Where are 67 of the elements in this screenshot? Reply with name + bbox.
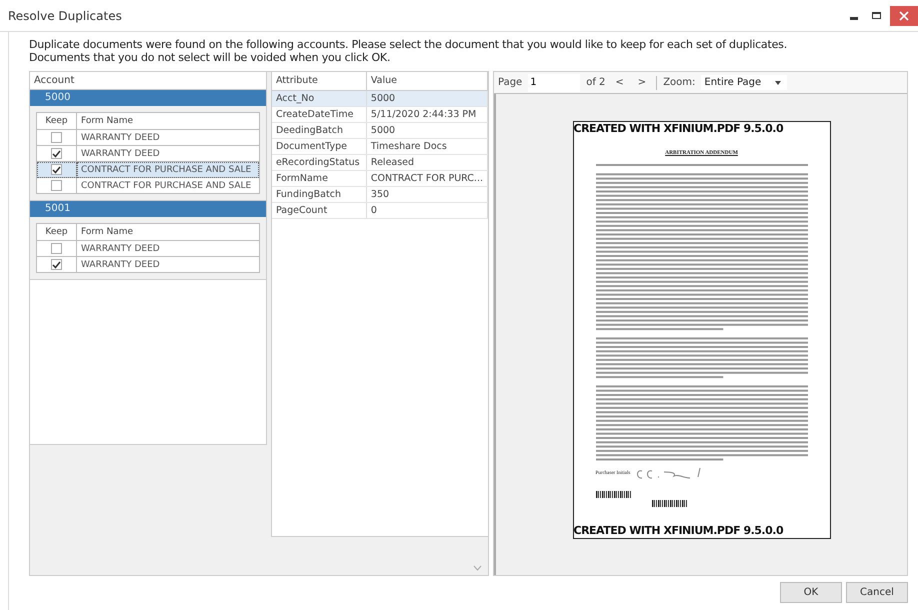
table-cell: WARRANTY DEED (76, 256, 260, 272)
table-row[interactable]: CreateDateTime 5/11/2020 2:44:33 PM (272, 106, 488, 122)
table-row[interactable]: Acct_No 5000 (272, 90, 488, 106)
checkbox[interactable] (51, 180, 62, 191)
table-cell: PageCount (272, 202, 366, 218)
table-cell: CONTRACT FOR PURCHASE AND SALE (76, 178, 260, 194)
table-row[interactable]: CONTRACT FOR PURCHASE AND SALE (36, 162, 260, 178)
table-cell: 5000 (366, 122, 488, 138)
table-row[interactable]: eRecordingStatus Released (272, 154, 488, 170)
table-cell: eRecordingStatus (272, 154, 366, 170)
watermark-text: CREATED WITH XFINIUM.PDF 9.5.0.0 (574, 524, 784, 538)
table-cell: FundingBatch (272, 186, 366, 202)
column-header: Keep (36, 112, 76, 130)
table-cell: 5/11/2020 2:44:33 PM (366, 106, 488, 122)
zoom-dropdown[interactable]: Entire Page (701, 75, 788, 90)
table-row[interactable]: FormName CONTRACT FOR PURC... (272, 170, 488, 186)
ok-button[interactable]: OK (780, 582, 842, 602)
table-cell: 0 (366, 202, 488, 218)
barcode-icon (596, 490, 632, 498)
table-row[interactable]: DocumentType Timeshare Docs (272, 138, 488, 154)
checkbox[interactable] (51, 243, 62, 254)
table-cell: CONTRACT FOR PURCHASE AND SALE (76, 162, 260, 178)
table-cell: 5000 (366, 90, 488, 106)
page-count-label: of 2 (586, 77, 606, 88)
column-header: Attribute (272, 72, 366, 90)
chevron-down-icon[interactable] (473, 565, 482, 571)
column-header: Value (366, 72, 488, 90)
table-row[interactable]: WARRANTY DEED (36, 130, 260, 146)
table-row[interactable]: PageCount 0 (272, 202, 488, 218)
table-row[interactable]: FundingBatch 350 (272, 186, 488, 202)
table-cell: 350 (366, 186, 488, 202)
table-row[interactable]: DeedingBatch 5000 (272, 122, 488, 138)
table-cell: DocumentType (272, 138, 366, 154)
table-cell: CreateDateTime (272, 106, 366, 122)
column-header: Form Name (76, 224, 260, 240)
table-cell: Timeshare Docs (366, 138, 488, 154)
table-cell: CONTRACT FOR PURC... (366, 170, 488, 186)
instruction-text: Duplicate documents were found on the following accounts. Please select the document that you would like to keep for each set of duplicates. (29, 38, 788, 51)
window-title: Resolve Duplicates (8, 8, 122, 22)
watermark-text: CREATED WITH XFINIUM.PDF 9.5.0.0 (574, 122, 784, 136)
table-cell: WARRANTY DEED (76, 130, 260, 146)
page-number-field[interactable]: 1 (528, 74, 580, 92)
next-page-button[interactable]: > (634, 77, 650, 88)
instruction-text: Documents that you do not select will be voided when you click OK. (29, 51, 392, 64)
close-icon[interactable] (890, 6, 918, 26)
table-row[interactable]: WARRANTY DEED (36, 240, 260, 256)
checkbox[interactable] (51, 259, 62, 270)
table-cell: WARRANTY DEED (76, 240, 260, 256)
table-row[interactable]: WARRANTY DEED (36, 256, 260, 272)
zoom-label: Zoom: (663, 77, 696, 88)
checkbox[interactable] (51, 148, 62, 159)
account-row[interactable]: 5000 (30, 90, 266, 106)
caret-icon (775, 80, 782, 84)
table-cell: FormName (272, 170, 366, 186)
table-cell: Released (366, 154, 488, 170)
page-label: Page (498, 77, 522, 88)
column-header: Keep (36, 224, 76, 240)
account-row[interactable]: 5001 (30, 201, 266, 217)
cancel-button[interactable]: Cancel (846, 582, 908, 602)
previous-page-button[interactable]: < (611, 77, 628, 88)
barcode-icon (652, 500, 688, 506)
column-header: Form Name (76, 112, 260, 130)
checkbox[interactable] (51, 132, 62, 143)
checkbox[interactable] (51, 164, 62, 175)
table-row[interactable]: CONTRACT FOR PURCHASE AND SALE (36, 178, 260, 194)
table-cell: DeedingBatch (272, 122, 366, 138)
table-cell: Acct_No (272, 90, 366, 106)
